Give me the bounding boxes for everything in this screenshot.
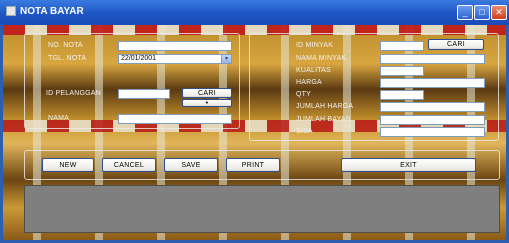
id-pelanggan-input[interactable] xyxy=(118,89,170,99)
tgl-nota-value: 22/01/2001 xyxy=(121,55,157,62)
cari-pelanggan-button[interactable]: CARI xyxy=(182,88,232,98)
nama-minyak-label: NAMA MINYAK xyxy=(296,55,347,62)
title-bar[interactable]: NOTA BAYAR _ □ ✕ xyxy=(0,0,509,25)
cari-minyak-button[interactable]: CARI xyxy=(428,39,484,50)
kualitas-input[interactable] xyxy=(380,66,424,76)
kualitas-label: KUALITAS xyxy=(296,67,331,74)
nama-label: NAMA xyxy=(48,115,70,122)
harga-label: HARGA xyxy=(296,79,322,86)
save-button[interactable]: SAVE xyxy=(164,158,218,172)
nama-input[interactable] xyxy=(118,114,232,124)
nama-minyak-input[interactable] xyxy=(380,54,485,64)
no-nota-label: NO. NOTA xyxy=(48,42,83,49)
harga-input[interactable] xyxy=(380,78,485,88)
browse-pelanggan-button[interactable]: • xyxy=(182,99,232,107)
jumlah-bayar-label: JUMLAH BAYAR xyxy=(296,116,352,123)
jumlah-harga-input[interactable] xyxy=(380,102,485,112)
tgl-nota-label: TGL. NOTA xyxy=(48,55,87,62)
qty-input[interactable] xyxy=(380,90,424,100)
cancel-button[interactable]: CANCEL xyxy=(102,158,156,172)
sisa-label: SISA xyxy=(296,128,313,135)
id-minyak-label: ID MINYAK xyxy=(296,42,334,49)
app-icon xyxy=(6,6,16,16)
exit-button[interactable]: EXIT xyxy=(341,158,476,172)
id-pelanggan-label: ID PELANGGAN xyxy=(46,90,101,97)
transaction-grid[interactable] xyxy=(24,185,500,233)
tgl-nota-datepicker[interactable]: 22/01/2001 ▾ xyxy=(118,54,232,64)
qty-label: QTY xyxy=(296,91,311,98)
no-nota-input[interactable] xyxy=(118,41,232,51)
id-minyak-input[interactable] xyxy=(380,41,424,51)
new-button[interactable]: NEW xyxy=(42,158,94,172)
jumlah-bayar-input[interactable] xyxy=(380,115,485,125)
maximize-button[interactable]: □ xyxy=(474,5,490,20)
jumlah-harga-label: JUMLAH HARGA xyxy=(296,103,354,110)
window-title: NOTA BAYAR xyxy=(20,6,84,17)
close-button[interactable]: ✕ xyxy=(491,5,507,20)
print-button[interactable]: PRINT xyxy=(226,158,280,172)
nota-bayar-window: NOTA BAYAR _ □ ✕ NO. NOTA TGL. NOTA 22/0… xyxy=(0,0,509,243)
sisa-input[interactable] xyxy=(380,127,485,137)
chevron-down-icon[interactable]: ▾ xyxy=(221,55,231,63)
minimize-button[interactable]: _ xyxy=(457,5,473,20)
